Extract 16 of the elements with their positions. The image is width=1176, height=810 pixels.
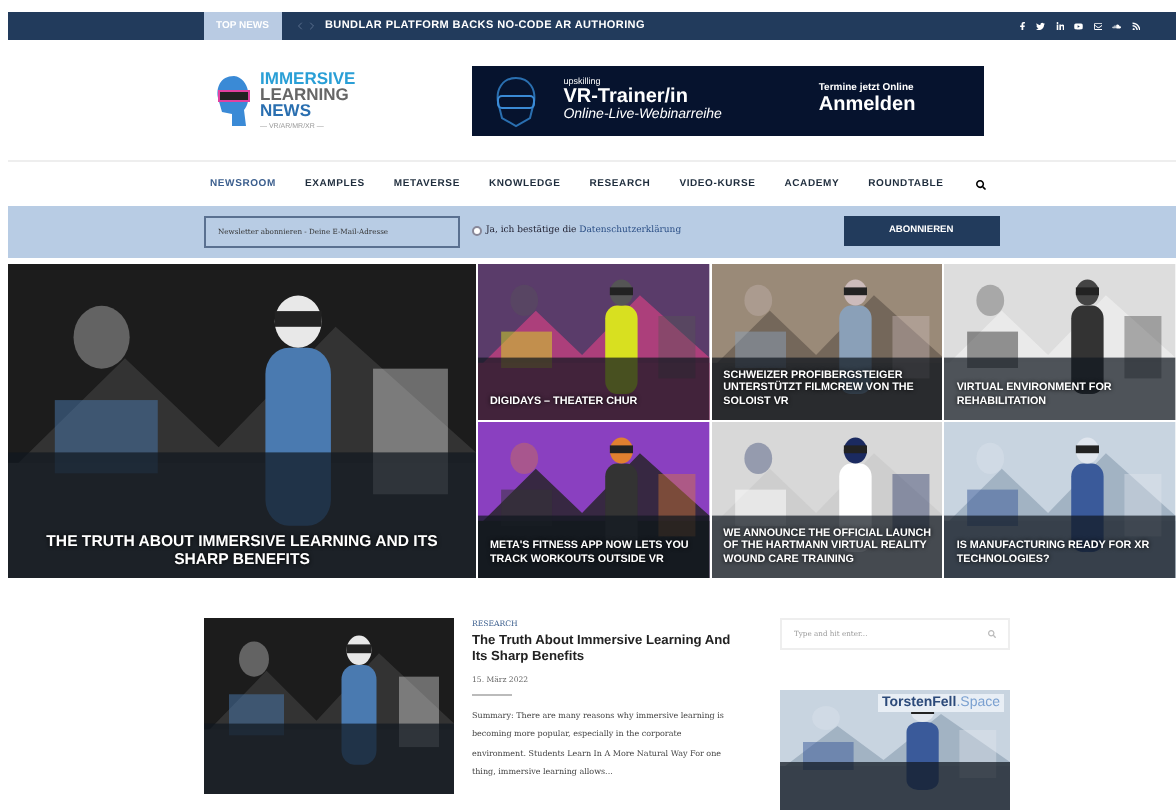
logo-text: LEARNING (260, 86, 349, 103)
logo-head-icon (214, 72, 254, 129)
ad-title: VR-Trainer/in (563, 87, 688, 108)
logo-text: NEWS (260, 102, 311, 119)
youtube-icon[interactable] (1074, 21, 1083, 31)
logo-text: IMMERSIVE (260, 70, 356, 87)
search-icon[interactable] (976, 179, 986, 190)
soundcloud-icon[interactable] (1112, 21, 1121, 31)
facebook-icon[interactable] (1017, 21, 1026, 31)
rss-icon[interactable] (1131, 21, 1140, 31)
ad-cta[interactable]: Anmelden (818, 95, 916, 117)
mail-icon[interactable] (1093, 21, 1102, 31)
linkedin-icon[interactable] (1055, 21, 1064, 31)
twitter-icon[interactable] (1036, 21, 1045, 31)
consent-checkbox[interactable] (472, 226, 482, 237)
vr-headset-icon (491, 73, 540, 130)
